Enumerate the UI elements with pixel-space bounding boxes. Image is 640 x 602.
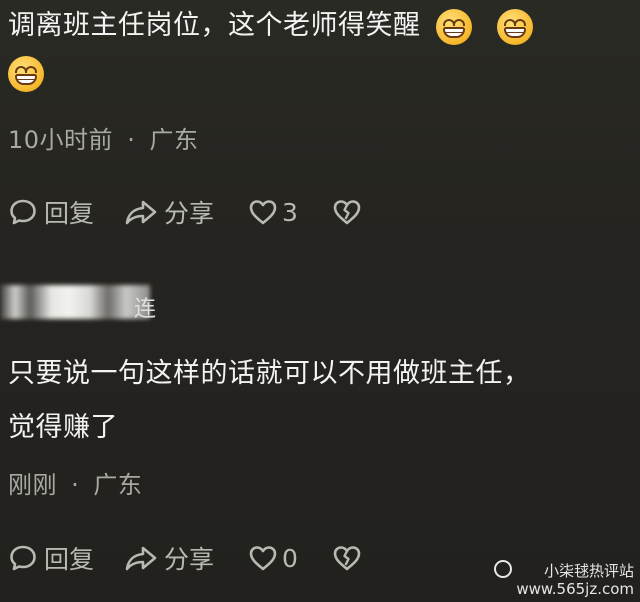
comment-2-line-2: 觉得赚了 (8, 412, 118, 443)
watermark: 小柒毬热评站 www.565jz.com (494, 560, 634, 598)
reply-label: 回复 (44, 545, 95, 574)
meta-separator: · (71, 471, 80, 499)
share-button[interactable]: 分享 (124, 540, 214, 576)
watermark-url: www.565jz.com (516, 580, 634, 598)
comment-2-text: 只要说一句这样的话就可以不用做班主任， 觉得赚了 (8, 352, 632, 450)
watermark-logo-icon (494, 560, 513, 578)
comment-2-actions: 回复 分享 0 (8, 540, 362, 576)
heart-icon (249, 200, 277, 225)
watermark-name: 小柒毬热评站 (543, 562, 634, 580)
comment-1-actions: 回复 分享 3 (8, 194, 362, 230)
comment-2-meta: 刚刚 · 广东 (8, 465, 142, 500)
comment-1-time: 10小时前 (8, 126, 114, 154)
like-count: 3 (282, 197, 298, 227)
share-button[interactable]: 分享 (124, 194, 214, 230)
comment-1-meta: 10小时前 · 广东 (8, 120, 198, 155)
share-arrow-icon (125, 546, 157, 571)
reply-button[interactable]: 回复 (8, 194, 94, 230)
reply-button[interactable]: 回复 (8, 540, 94, 576)
like-count: 0 (282, 543, 298, 573)
speech-bubble-icon (10, 545, 36, 571)
comment-2-line-1: 只要说一句这样的话就可以不用做班主任， (8, 358, 531, 389)
share-label: 分享 (164, 545, 215, 574)
comment-1-body: 调离班主任岗位，这个老师得笑醒 (8, 10, 421, 41)
username-visible-fragment: 连 (134, 297, 157, 322)
comment-2-location: 广东 (93, 471, 143, 499)
username-redacted (0, 285, 150, 319)
grinning-emoji-icon (435, 8, 472, 45)
broken-heart-icon (333, 200, 361, 225)
comment-1-text: 调离班主任岗位，这个老师得笑醒 (8, 4, 632, 92)
comment-2-time: 刚刚 (8, 471, 57, 499)
heart-icon (249, 546, 277, 571)
reply-label: 回复 (44, 199, 95, 228)
share-label: 分享 (164, 199, 215, 228)
dislike-button[interactable] (332, 198, 362, 226)
meta-separator: · (127, 126, 136, 154)
grinning-emoji-icon (496, 8, 533, 45)
comment-1-location: 广东 (149, 126, 199, 154)
like-button[interactable]: 0 (248, 544, 298, 573)
grinning-emoji-icon (8, 55, 44, 92)
speech-bubble-icon (10, 199, 36, 225)
like-button[interactable]: 3 (248, 198, 298, 227)
broken-heart-icon (333, 546, 361, 571)
share-arrow-icon (125, 200, 157, 225)
dislike-button[interactable] (332, 544, 362, 572)
